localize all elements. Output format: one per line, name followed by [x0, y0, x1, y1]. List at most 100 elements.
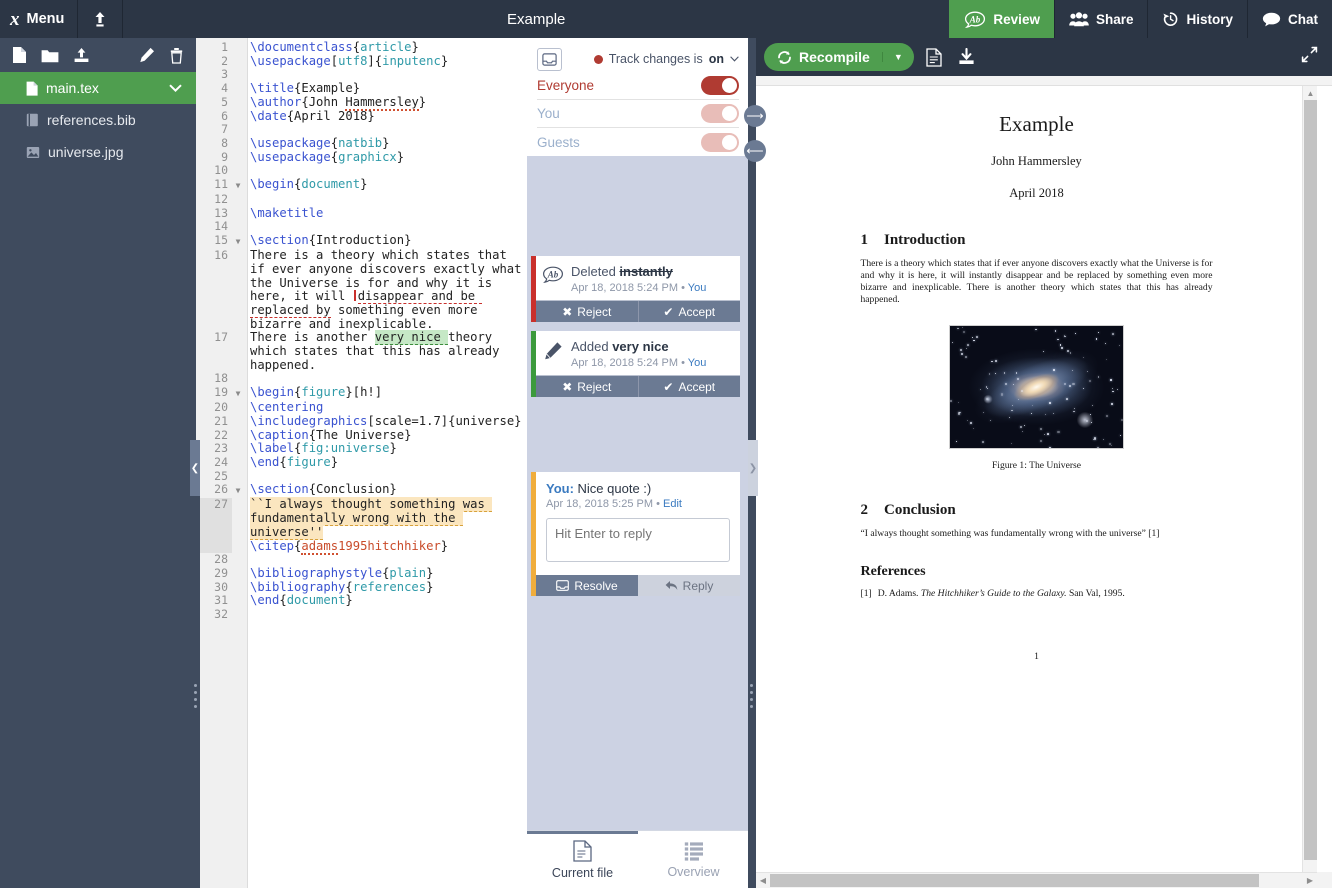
line-text: There is a theory which states that if e… — [244, 249, 527, 331]
pdf-page-number: 1 — [861, 651, 1213, 662]
sidebar-file-universe-jpg[interactable]: universe.jpg — [0, 136, 196, 168]
editor-line[interactable]: 14 — [196, 220, 527, 234]
tab-overview[interactable]: Overview — [638, 831, 749, 888]
editor-line[interactable]: 3 — [196, 68, 527, 82]
line-number: 29 — [196, 567, 232, 581]
accept-change-button[interactable]: ✔Accept — [638, 376, 741, 397]
editor-line[interactable]: 16There is a theory which states that if… — [196, 249, 527, 331]
history-button[interactable]: History — [1147, 0, 1247, 38]
pdf-section-heading-2: 2Conclusion — [861, 502, 1213, 519]
editor-line[interactable]: 25 — [196, 470, 527, 484]
editor-code-area[interactable]: 1\documentclass{article}2\usepackage[utf… — [196, 38, 527, 888]
review-divider-grip[interactable] — [750, 684, 754, 712]
editor-line[interactable]: 15▼\section{Introduction} — [196, 234, 527, 249]
line-text: \usepackage[utf8]{inputenc} — [244, 55, 527, 69]
editor-line[interactable]: 8\usepackage{natbib} — [196, 137, 527, 151]
editor-line[interactable]: 1\documentclass{article} — [196, 41, 527, 55]
expand-diagonal-icon[interactable] — [1301, 46, 1324, 68]
scroll-up-icon[interactable]: ▲ — [1303, 86, 1318, 100]
review-button[interactable]: Ab Review — [949, 0, 1054, 38]
editor-line[interactable]: 27``I always thought something was funda… — [196, 498, 527, 553]
comment-reply-input[interactable] — [546, 518, 730, 562]
menu-button[interactable]: x Menu — [0, 0, 78, 38]
recompile-dropdown-toggle[interactable]: ▼ — [882, 52, 914, 62]
pdf-vertical-scrollbar[interactable]: ▲ ▼ — [1302, 86, 1317, 888]
comment-edit-link[interactable]: Edit — [663, 498, 682, 510]
change-stripe — [531, 331, 536, 397]
chat-button[interactable]: Chat — [1247, 0, 1332, 38]
new-file-icon[interactable] — [12, 46, 27, 64]
editor-line[interactable]: 12 — [196, 193, 527, 207]
editor-line[interactable]: 19▼\begin{figure}[h!] — [196, 386, 527, 401]
editor-divider-grip[interactable] — [194, 684, 198, 712]
editor-line[interactable]: 21\includegraphics[scale=1.7]{universe} — [196, 415, 527, 429]
editor-line[interactable]: 20\centering — [196, 401, 527, 415]
inbox-tray-icon[interactable] — [537, 48, 562, 71]
editor-line[interactable]: 6\date{April 2018} — [196, 110, 527, 124]
editor-line[interactable]: 32 — [196, 608, 527, 622]
scroll-left-icon[interactable]: ◀ — [756, 873, 770, 888]
track-toggle-everyone[interactable] — [701, 76, 739, 95]
pdf-horizontal-scrollbar[interactable]: ◀ ▶ — [756, 872, 1317, 888]
editor-line[interactable]: 17There is another very nice theory whic… — [196, 331, 527, 372]
download-icon[interactable] — [954, 48, 979, 66]
sidebar-file-references-bib[interactable]: references.bib — [0, 104, 196, 136]
sidebar-file-main-tex[interactable]: main.tex — [0, 72, 196, 104]
recompile-button[interactable]: Recompile ▼ — [764, 43, 914, 71]
editor-collapse-left-handle[interactable]: ❮ — [190, 440, 200, 496]
editor-line[interactable]: 29\bibliographystyle{plain} — [196, 567, 527, 581]
reject-change-button[interactable]: ✖Reject — [536, 301, 638, 322]
reply-comment-button[interactable]: Reply — [638, 575, 740, 596]
editor-line[interactable]: 23\label{fig:universe} — [196, 442, 527, 456]
delete-trash-icon[interactable] — [169, 47, 184, 64]
track-toggle-you[interactable] — [701, 104, 739, 123]
document-logs-icon[interactable] — [922, 48, 946, 67]
editor-line[interactable]: 5\author{John Hammersley} — [196, 96, 527, 110]
editor-line[interactable]: 2\usepackage[utf8]{inputenc} — [196, 55, 527, 69]
track-changes-dropdown[interactable]: Track changes is on — [594, 52, 739, 66]
track-toggle-guests[interactable] — [701, 133, 739, 152]
editor-line[interactable]: 24\end{figure} — [196, 456, 527, 470]
share-button[interactable]: Share — [1054, 0, 1148, 38]
line-number: 12 — [196, 193, 232, 207]
code-editor[interactable]: 1\documentclass{article}2\usepackage[utf… — [196, 38, 527, 888]
rename-pencil-icon[interactable] — [139, 47, 155, 63]
fold-toggle-icon[interactable]: ▼ — [232, 483, 244, 498]
resolve-comment-button[interactable]: Resolve — [536, 575, 638, 596]
line-text: There is another very nice theory which … — [244, 331, 527, 372]
editor-line[interactable]: 10 — [196, 164, 527, 178]
editor-line[interactable]: 28 — [196, 553, 527, 567]
editor-line[interactable]: 4\title{Example} — [196, 82, 527, 96]
pdf-viewport[interactable]: Example John Hammersley April 2018 1Intr… — [756, 86, 1317, 876]
arrow-left-circle-icon[interactable]: ⟵ — [744, 140, 766, 162]
editor-line[interactable]: 31\end{document} — [196, 594, 527, 608]
editor-line[interactable]: 7 — [196, 123, 527, 137]
svg-text:Ab: Ab — [547, 270, 559, 280]
fold-toggle-icon[interactable]: ▼ — [232, 178, 244, 193]
reject-change-button[interactable]: ✖Reject — [536, 376, 638, 397]
accept-change-button[interactable]: ✔Accept — [638, 301, 741, 322]
editor-line[interactable]: 9\usepackage{graphicx} — [196, 151, 527, 165]
editor-line[interactable]: 22\caption{The Universe} — [196, 429, 527, 443]
change-card-title: Added very nice — [571, 339, 732, 355]
scroll-right-icon[interactable]: ▶ — [1303, 873, 1317, 888]
chevron-down-icon[interactable] — [169, 84, 182, 92]
arrow-right-circle-icon[interactable]: ⟶ — [744, 105, 766, 127]
fold-toggle-icon[interactable]: ▼ — [232, 234, 244, 249]
upload-icon[interactable] — [73, 47, 90, 64]
new-folder-icon[interactable] — [41, 48, 59, 63]
tab-current-file[interactable]: Current file — [527, 831, 638, 888]
scrollbar-thumb[interactable] — [770, 874, 1259, 887]
fold-spacer — [232, 581, 244, 595]
editor-line[interactable]: 30\bibliography{references} — [196, 581, 527, 595]
line-text: \end{document} — [244, 594, 527, 608]
fold-toggle-icon[interactable]: ▼ — [232, 386, 244, 401]
editor-line[interactable]: 11▼\begin{document} — [196, 178, 527, 193]
scrollbar-thumb[interactable] — [1304, 100, 1317, 860]
change-stripe — [531, 256, 536, 322]
editor-line[interactable]: 18 — [196, 372, 527, 386]
editor-line[interactable]: 26▼\section{Conclusion} — [196, 483, 527, 498]
upward-arrow-button[interactable] — [78, 0, 123, 38]
review-collapse-right-handle[interactable]: ❯ — [748, 440, 758, 496]
editor-line[interactable]: 13\maketitle — [196, 207, 527, 221]
